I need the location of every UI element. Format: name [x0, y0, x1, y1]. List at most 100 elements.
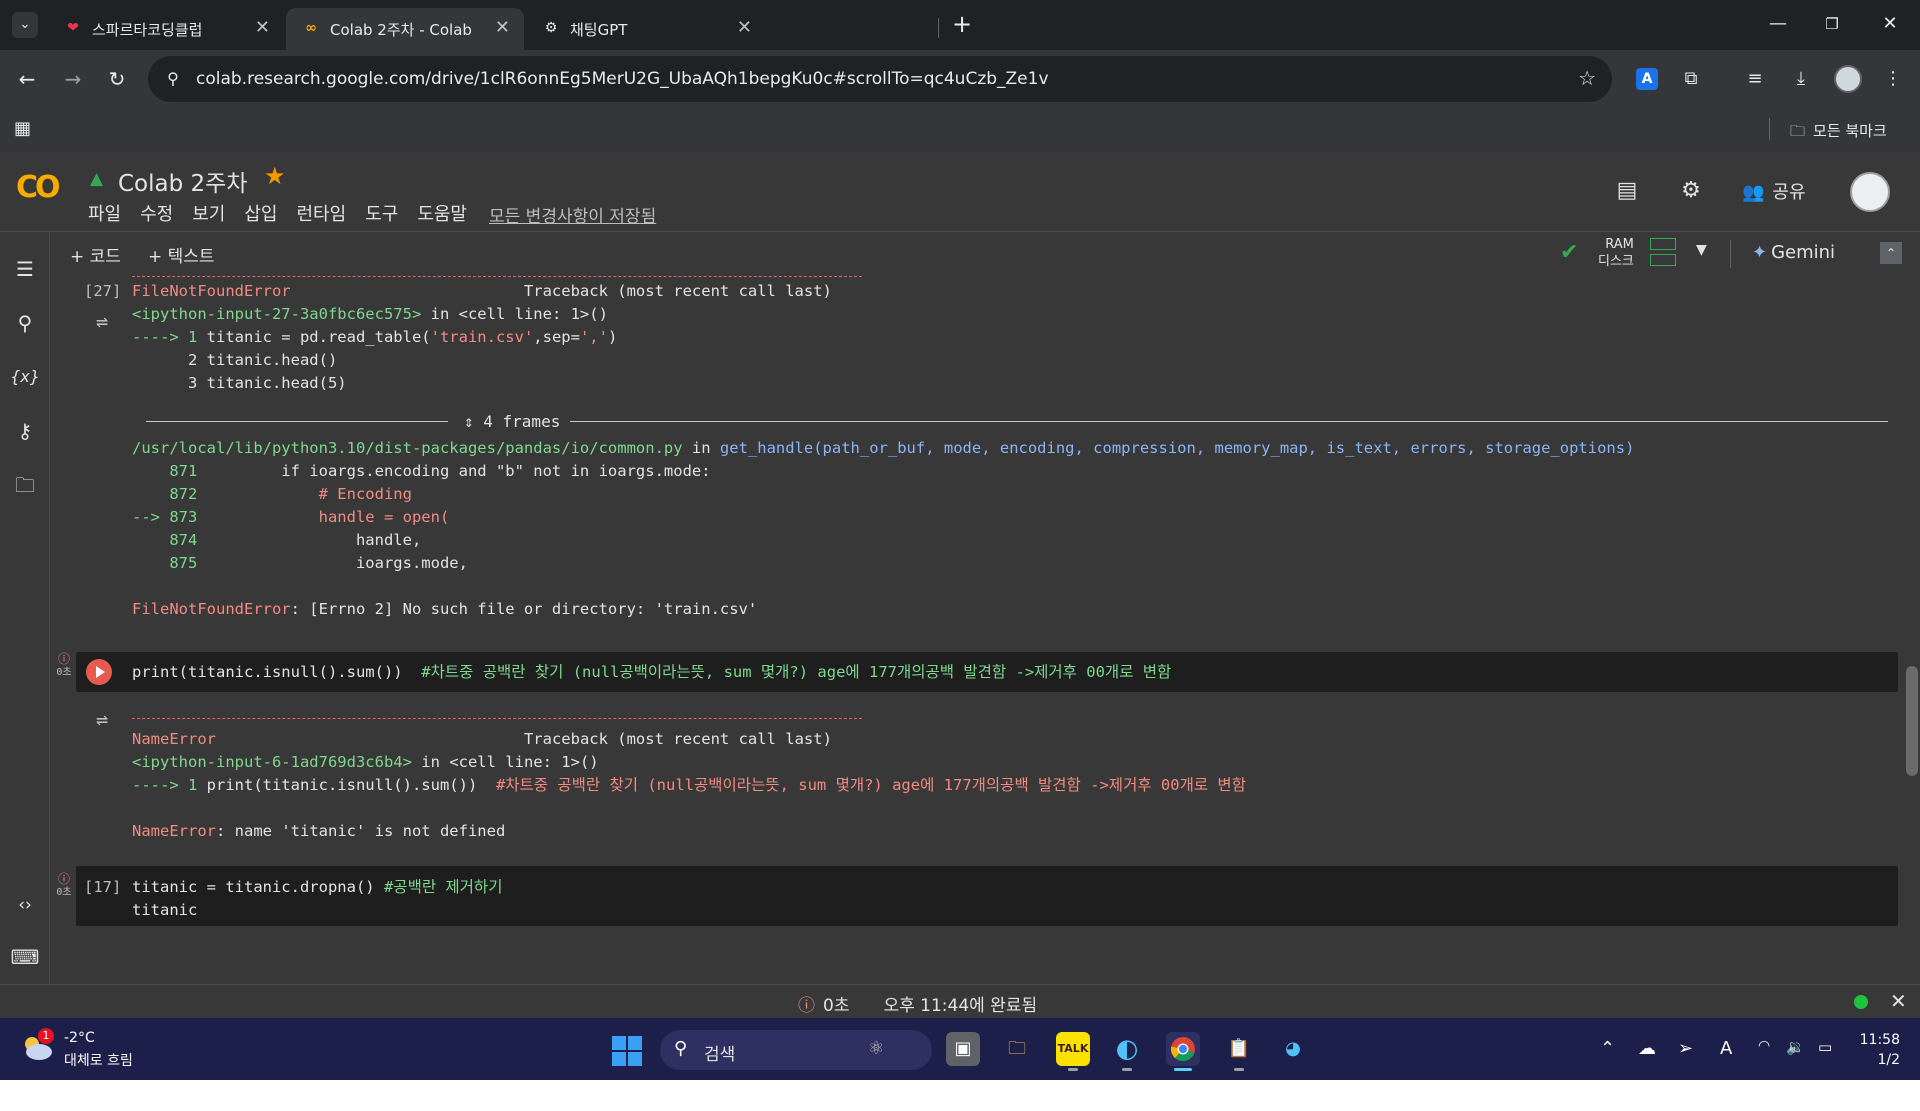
url-text[interactable]: colab.research.google.com/drive/1clR6onn…: [196, 69, 1049, 89]
command-palette-icon[interactable]: ⌨: [10, 942, 40, 972]
site-settings-icon[interactable]: ⚲: [162, 68, 184, 90]
all-bookmarks-button[interactable]: 🗀 모든 북마크: [1790, 120, 1887, 146]
clock-time: 11:58: [1859, 1032, 1900, 1048]
frames-toggle[interactable]: ⇕ 4 frames: [464, 410, 560, 433]
files-folder-icon[interactable]: 🗀: [10, 470, 40, 500]
gemini-button[interactable]: ✦ Gemini: [1752, 242, 1835, 263]
window-close-icon[interactable]: ✕: [1870, 8, 1910, 40]
add-text-button[interactable]: + 텍스트: [148, 242, 215, 267]
save-status-link[interactable]: 모든 변경사항이 저장됨: [489, 202, 656, 227]
menu-edit[interactable]: 수정: [140, 200, 173, 226]
output-actions-icon[interactable]: ⇌: [88, 310, 116, 333]
code-cell[interactable]: [17] titanic = titanic.dropna() #공백란 제거하…: [76, 866, 1898, 926]
forward-icon[interactable]: →: [58, 64, 88, 94]
user-avatar[interactable]: [1850, 172, 1890, 212]
location-arrow-icon[interactable]: ➢: [1678, 1038, 1693, 1059]
table-of-contents-icon[interactable]: ☰: [10, 254, 40, 284]
windows-start-icon[interactable]: [612, 1036, 642, 1066]
output-actions-icon[interactable]: ⇌: [88, 708, 116, 731]
volume-icon[interactable]: 🔉: [1786, 1038, 1805, 1056]
kakaotalk-icon[interactable]: TALK: [1056, 1032, 1090, 1071]
resource-labels[interactable]: RAM 디스크: [1598, 236, 1634, 270]
system-clock[interactable]: 11:58 1/2: [1856, 1030, 1900, 1070]
media-control-icon[interactable]: ≡: [1740, 64, 1770, 94]
bookmark-star-icon[interactable]: ☆: [1578, 66, 1596, 90]
weather-description[interactable]: 대체로 흐림: [64, 1050, 133, 1070]
chrome-browser-icon[interactable]: [1166, 1032, 1200, 1071]
runtime-dropdown-icon[interactable]: ▼: [1696, 242, 1707, 258]
comments-icon[interactable]: ▤: [1612, 176, 1642, 206]
google-drive-icon[interactable]: ▲: [90, 169, 103, 189]
onedrive-cloud-icon[interactable]: ☁: [1638, 1038, 1656, 1059]
line-number: 872: [132, 485, 207, 503]
menu-help[interactable]: 도움말: [417, 200, 467, 226]
code-editor-line[interactable]: titanic = titanic.dropna() #공백란 제거하기: [132, 876, 502, 899]
line-number: 875: [132, 554, 207, 572]
traceback-input-line: <ipython-input-6-1ad769d3c6b4> in <cell …: [132, 751, 599, 774]
new-tab-button[interactable]: +: [948, 10, 976, 38]
tab-sparta[interactable]: ❤ 스파르타코딩클럽 ✕: [48, 8, 284, 50]
notepad-icon[interactable]: 📋: [1222, 1032, 1256, 1071]
close-icon[interactable]: ✕: [495, 17, 510, 38]
execution-status[interactable]: ⓘ 0초 오후 11:44에 완료됨: [798, 991, 1037, 1016]
code-snippets-icon[interactable]: ‹›: [10, 890, 40, 920]
back-icon[interactable]: ←: [12, 64, 42, 94]
reload-icon[interactable]: ↻: [102, 64, 132, 94]
close-icon[interactable]: ✕: [737, 17, 752, 38]
menu-view[interactable]: 보기: [192, 200, 225, 226]
run-cell-button[interactable]: [86, 659, 112, 685]
translate-extension-icon[interactable]: A: [1636, 68, 1658, 90]
notebook-title[interactable]: Colab 2주차: [118, 164, 247, 198]
menu-runtime[interactable]: 런타임: [297, 200, 347, 226]
collapse-toolbar-icon[interactable]: ⌃: [1880, 242, 1902, 264]
code-editor-line[interactable]: print(titanic.isnull().sum()) #차트중 공백란 찾…: [132, 661, 1171, 684]
taskbar-search[interactable]: ⚲ 검색 ⚛: [660, 1030, 932, 1070]
extensions-puzzle-icon[interactable]: ⧉: [1676, 64, 1706, 94]
function-signature: get_handle(path_or_buf, mode, encoding, …: [719, 439, 1635, 457]
tab-chatgpt[interactable]: ⚙ 채팅GPT ✕: [526, 8, 766, 50]
download-icon[interactable]: ⤓: [1786, 64, 1816, 94]
address-bar[interactable]: ⚲ colab.research.google.com/drive/1clR6o…: [148, 56, 1612, 102]
share-button[interactable]: 👥 공유: [1742, 178, 1806, 204]
show-hidden-icons-chevron[interactable]: ⌃: [1600, 1038, 1615, 1059]
close-status-icon[interactable]: ✕: [1890, 989, 1907, 1013]
apps-grid-icon[interactable]: ▦: [14, 118, 31, 139]
tab-search-button[interactable]: ⌄: [12, 12, 38, 38]
traceback-frame-line: /usr/local/lib/python3.10/dist-packages/…: [132, 437, 1634, 460]
secrets-key-icon[interactable]: ⚷: [10, 416, 40, 446]
notebook-scrollbar[interactable]: [1906, 666, 1918, 776]
tab-colab[interactable]: ∞ Colab 2주차 - Colab ✕: [286, 8, 524, 50]
close-icon[interactable]: ✕: [255, 17, 270, 38]
variables-icon[interactable]: {x}: [10, 362, 40, 392]
profile-avatar[interactable]: [1834, 65, 1862, 93]
search-icon[interactable]: ⚲: [10, 308, 40, 338]
restore-icon[interactable]: ❐: [1812, 8, 1852, 40]
settings-gear-icon[interactable]: ⚙: [1676, 176, 1706, 206]
wifi-icon[interactable]: ◠: [1758, 1038, 1770, 1054]
battery-icon[interactable]: ▭: [1818, 1038, 1832, 1056]
add-code-button[interactable]: + 코드: [70, 242, 121, 267]
code-cell[interactable]: print(titanic.isnull().sum()) #차트중 공백란 찾…: [76, 652, 1898, 692]
file-explorer-icon[interactable]: 🗀: [1000, 1032, 1034, 1066]
menu-tools[interactable]: 도구: [365, 200, 398, 226]
traceback-divider: [132, 718, 862, 719]
edge-browser-icon[interactable]: ◐: [1110, 1032, 1144, 1071]
minimize-icon[interactable]: —: [1758, 8, 1798, 40]
input-language-icon[interactable]: A: [1720, 1038, 1732, 1059]
more-menu-icon[interactable]: ⋮: [1878, 64, 1908, 94]
code-editor-line[interactable]: titanic: [132, 899, 197, 922]
all-bookmarks-label: 모든 북마크: [1813, 122, 1887, 140]
weather-temperature[interactable]: -2°C: [64, 1030, 95, 1046]
cell-error-status[interactable]: ⓘ 0초: [56, 872, 72, 900]
weather-app-icon[interactable]: ◕: [1276, 1032, 1310, 1066]
menu-insert[interactable]: 삽입: [244, 200, 277, 226]
traceback-code-line: ----> 1 titanic = pd.read_table('train.c…: [132, 326, 617, 349]
task-view-icon[interactable]: ▣: [946, 1032, 980, 1066]
menu-file[interactable]: 파일: [88, 200, 121, 226]
traceback-header: Traceback (most recent call last): [216, 730, 832, 748]
file-path[interactable]: /usr/local/lib/python3.10/dist-packages/…: [132, 439, 683, 457]
notebook-scroll-region[interactable]: [27] ⇌ FileNotFoundError Traceback (most…: [50, 276, 1920, 1018]
colab-logo[interactable]: CO: [16, 170, 60, 205]
star-notebook-icon[interactable]: ★: [264, 162, 286, 190]
cell-error-status[interactable]: ⓘ 0초: [56, 652, 72, 680]
